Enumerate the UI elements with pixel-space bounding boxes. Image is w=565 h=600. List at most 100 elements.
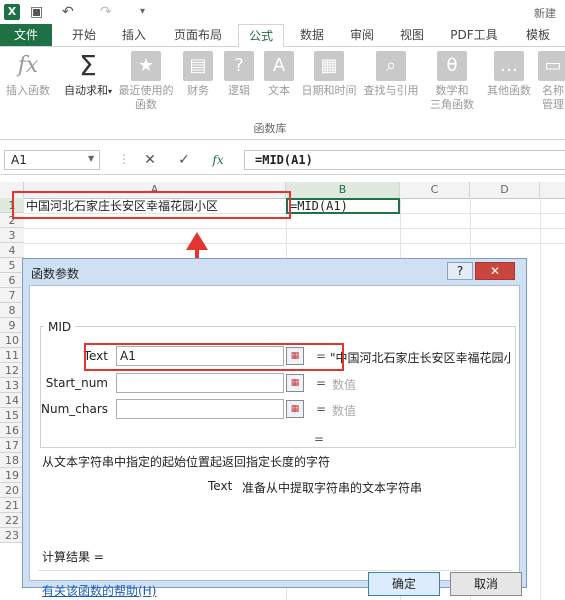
function-description: 从文本字符串中指定的起始位置起返回指定长度的字符 (42, 455, 331, 469)
insert-function-button[interactable]: fx 插入函数 (2, 51, 54, 98)
dialog-close-button[interactable]: ✕ (475, 262, 515, 280)
tab-formulas[interactable]: 公式 (238, 24, 284, 48)
star-book-icon: ★ (131, 51, 161, 81)
dialog-body: MID Text A1 ▦ = "中国河北石家庄长安区幸福花园小 Start_n… (29, 285, 522, 598)
row-header[interactable]: 10 (0, 333, 24, 348)
row-header[interactable]: 19 (0, 468, 24, 483)
autosum-button[interactable]: Σ 自动求和▾ (62, 51, 114, 99)
column-header-c[interactable]: C (400, 182, 470, 198)
search-book-icon: ⌕ (376, 51, 406, 81)
more-functions-button[interactable]: … 其他函数 (482, 51, 536, 98)
row-header[interactable]: 21 (0, 498, 24, 513)
row-header[interactable]: 16 (0, 423, 24, 438)
arg-result-start-num: 数值 (332, 378, 357, 392)
arg-input-num-chars[interactable] (116, 399, 284, 419)
tab-data[interactable]: 数据 (290, 24, 334, 46)
text-functions-button[interactable]: A 文本 (260, 51, 298, 98)
row-header[interactable]: 9 (0, 318, 24, 333)
tab-pdf-tools[interactable]: PDF工具 (442, 24, 506, 46)
math-label-2: 三角函数 (430, 98, 474, 111)
name-mgr-label-1: 名称 (542, 84, 564, 97)
row-header[interactable]: 20 (0, 483, 24, 498)
theta-book-icon: θ (437, 51, 467, 81)
formula-bar-grip-icon: ⋮ (118, 152, 130, 166)
financial-label: 财务 (187, 84, 209, 97)
tab-view[interactable]: 视图 (390, 24, 434, 46)
financial-book-icon: ▤ (183, 51, 213, 81)
row-header[interactable]: 7 (0, 288, 24, 303)
row-header[interactable]: 4 (0, 243, 24, 258)
row-header[interactable]: 11 (0, 348, 24, 363)
function-arguments-dialog: 函数参数 ? ✕ MID Text A1 ▦ = "中国河北石家庄长安区幸福花园… (22, 258, 527, 598)
cell-b1-active[interactable]: =MID(A1) (286, 198, 400, 214)
function-name: MID (44, 320, 76, 334)
function-help-link[interactable]: 有关该函数的帮助(H) (42, 582, 156, 599)
arg-description-text: 准备从中提取字符串的文本字符串 (242, 481, 423, 495)
column-header-e[interactable] (540, 182, 565, 198)
recent-functions-button[interactable]: ★ 最近使用的 函数 (116, 51, 176, 112)
highlight-box-a1 (12, 191, 291, 219)
insert-function-fx-icon[interactable]: fx (208, 152, 228, 168)
logical-button[interactable]: ? 逻辑 (220, 51, 258, 98)
row-header[interactable]: 17 (0, 438, 24, 453)
name-manager-button[interactable]: ▭ 名称 管理 (538, 51, 565, 112)
tab-file[interactable]: 文件 (0, 24, 52, 46)
row-header[interactable]: 22 (0, 513, 24, 528)
tab-home[interactable]: 开始 (62, 24, 106, 46)
logical-label: 逻辑 (228, 84, 250, 97)
redo-icon[interactable]: ↷ (100, 4, 116, 20)
row-header[interactable]: 15 (0, 408, 24, 423)
column-header-b[interactable]: B (286, 182, 400, 198)
tab-page-layout[interactable]: 页面布局 (164, 24, 232, 46)
tab-templates[interactable]: 模板 (516, 24, 560, 46)
other-label: 其他函数 (487, 84, 531, 97)
math-trig-button[interactable]: θ 数学和 三角函数 (424, 51, 480, 112)
row-header[interactable]: 12 (0, 363, 24, 378)
row-header[interactable]: 18 (0, 453, 24, 468)
row-header[interactable]: 8 (0, 303, 24, 318)
arg-result-text: "中国河北石家庄长安区幸福花园小 (330, 351, 512, 365)
row-header[interactable]: 6 (0, 273, 24, 288)
cancel-button[interactable]: 取消 (450, 572, 522, 596)
cancel-entry-icon[interactable]: ✕ (140, 152, 160, 168)
row-header[interactable]: 5 (0, 258, 24, 273)
arg-input-start-num[interactable] (116, 373, 284, 393)
undo-icon[interactable]: ↶ (62, 4, 78, 20)
formula-input[interactable]: =MID(A1) (244, 150, 565, 170)
collapse-dialog-icon[interactable]: ▦ (286, 400, 304, 418)
function-library-group-label: 函数库 (253, 122, 287, 135)
column-header-d[interactable]: D (470, 182, 540, 198)
name-box-dropdown-icon[interactable]: ▼ (88, 154, 94, 163)
arg-eq-num-chars: = (316, 402, 327, 416)
name-manager-icon: ▭ (538, 51, 565, 81)
arg-eq-start-num: = (316, 376, 327, 390)
recent-label-2: 函数 (135, 98, 157, 111)
row-header[interactable]: 14 (0, 393, 24, 408)
row-header[interactable]: 23 (0, 528, 24, 543)
datetime-label: 日期和时间 (301, 84, 357, 97)
arg-label-start-num: Start_num (45, 376, 108, 390)
function-result-eq: = (314, 432, 325, 446)
confirm-entry-icon[interactable]: ✓ (174, 152, 194, 168)
row-header[interactable]: 3 (0, 228, 24, 243)
calculation-result: 计算结果 = (42, 550, 104, 564)
lookup-reference-button[interactable]: ⌕ 查找与引用 (360, 51, 422, 98)
window-title: 新建 (534, 7, 556, 20)
tab-insert[interactable]: 插入 (112, 24, 156, 46)
row-header[interactable]: 13 (0, 378, 24, 393)
lookup-label: 查找与引用 (363, 84, 419, 97)
calendar-book-icon: ▦ (314, 51, 344, 81)
save-icon[interactable]: ▣ (30, 4, 46, 20)
divider (38, 570, 513, 571)
tab-review[interactable]: 审阅 (340, 24, 384, 46)
name-box[interactable]: A1 (4, 150, 100, 170)
title-bar: X ▣ ↶ ↷ ▾ 新建 (0, 0, 565, 24)
ok-button[interactable]: 确定 (368, 572, 440, 596)
collapse-dialog-icon[interactable]: ▦ (286, 374, 304, 392)
datetime-button[interactable]: ▦ 日期和时间 (300, 51, 358, 98)
dialog-title: 函数参数 (31, 267, 80, 281)
dialog-help-button[interactable]: ? (447, 262, 473, 280)
grid-line (540, 198, 541, 600)
customize-toolbar-icon[interactable]: ▾ (140, 4, 156, 20)
financial-button[interactable]: ▤ 财务 (178, 51, 218, 98)
